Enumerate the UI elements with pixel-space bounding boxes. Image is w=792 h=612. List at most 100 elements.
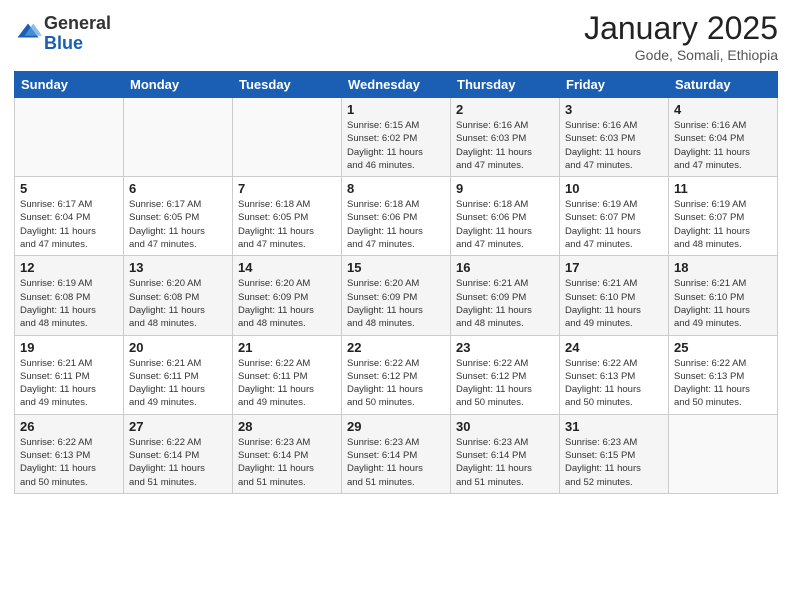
page: General Blue January 2025 Gode, Somali, … (0, 0, 792, 612)
day-info: Sunrise: 6:20 AMSunset: 6:09 PMDaylight:… (347, 277, 445, 330)
table-row: 6 Sunrise: 6:17 AMSunset: 6:05 PMDaylight… (124, 177, 233, 256)
day-info: Sunrise: 6:19 AMSunset: 6:07 PMDaylight:… (674, 198, 772, 251)
day-number: 2 (456, 102, 554, 117)
table-row: 17 Sunrise: 6:21 AMSunset: 6:10 PMDayligh… (560, 256, 669, 335)
table-row: 8 Sunrise: 6:18 AMSunset: 6:06 PMDaylight… (342, 177, 451, 256)
day-info: Sunrise: 6:17 AMSunset: 6:05 PMDaylight:… (129, 198, 227, 251)
day-number: 18 (674, 260, 772, 275)
day-number: 14 (238, 260, 336, 275)
month-title: January 2025 (584, 10, 778, 47)
day-number: 13 (129, 260, 227, 275)
table-row: 13 Sunrise: 6:20 AMSunset: 6:08 PMDayligh… (124, 256, 233, 335)
day-info: Sunrise: 6:22 AMSunset: 6:11 PMDaylight:… (238, 357, 336, 410)
day-number: 23 (456, 340, 554, 355)
col-friday: Friday (560, 72, 669, 98)
table-row: 19 Sunrise: 6:21 AMSunset: 6:11 PMDayligh… (15, 335, 124, 414)
day-number: 8 (347, 181, 445, 196)
day-number: 5 (20, 181, 118, 196)
table-row: 12Sunrise: 6:19 AMSunset: 6:08 PMDayligh… (15, 256, 124, 335)
table-row: 26Sunrise: 6:22 AMSunset: 6:13 PMDayligh… (15, 414, 124, 493)
day-info: Sunrise: 6:23 AMSunset: 6:14 PMDaylight:… (456, 436, 554, 489)
day-info: Sunrise: 6:18 AMSunset: 6:06 PMDaylight:… (456, 198, 554, 251)
day-info: Sunrise: 6:20 AMSunset: 6:09 PMDaylight:… (238, 277, 336, 330)
table-row (669, 414, 778, 493)
day-info: Sunrise: 6:20 AMSunset: 6:08 PMDaylight:… (129, 277, 227, 330)
day-info: Sunrise: 6:23 AMSunset: 6:15 PMDaylight:… (565, 436, 663, 489)
title-block: January 2025 Gode, Somali, Ethiopia (584, 10, 778, 63)
calendar-week-row: 12Sunrise: 6:19 AMSunset: 6:08 PMDayligh… (15, 256, 778, 335)
day-info: Sunrise: 6:16 AMSunset: 6:03 PMDaylight:… (565, 119, 663, 172)
day-info: Sunrise: 6:18 AMSunset: 6:06 PMDaylight:… (347, 198, 445, 251)
day-number: 9 (456, 181, 554, 196)
day-number: 24 (565, 340, 663, 355)
calendar-header-row: Sunday Monday Tuesday Wednesday Thursday… (15, 72, 778, 98)
table-row: 22 Sunrise: 6:22 AMSunset: 6:12 PMDayligh… (342, 335, 451, 414)
day-number: 1 (347, 102, 445, 117)
calendar-week-row: 5 Sunrise: 6:17 AMSunset: 6:04 PMDaylight… (15, 177, 778, 256)
table-row: 30 Sunrise: 6:23 AMSunset: 6:14 PMDayligh… (451, 414, 560, 493)
subtitle: Gode, Somali, Ethiopia (584, 47, 778, 63)
calendar-week-row: 19 Sunrise: 6:21 AMSunset: 6:11 PMDayligh… (15, 335, 778, 414)
header: General Blue January 2025 Gode, Somali, … (14, 10, 778, 63)
day-number: 15 (347, 260, 445, 275)
table-row (124, 98, 233, 177)
col-thursday: Thursday (451, 72, 560, 98)
logo-general: General (44, 14, 111, 34)
day-info: Sunrise: 6:21 AMSunset: 6:10 PMDaylight:… (674, 277, 772, 330)
table-row: 11 Sunrise: 6:19 AMSunset: 6:07 PMDayligh… (669, 177, 778, 256)
calendar-week-row: 1Sunrise: 6:15 AMSunset: 6:02 PMDaylight… (15, 98, 778, 177)
day-info: Sunrise: 6:16 AMSunset: 6:04 PMDaylight:… (674, 119, 772, 172)
day-info: Sunrise: 6:21 AMSunset: 6:10 PMDaylight:… (565, 277, 663, 330)
logo-blue: Blue (44, 34, 111, 54)
day-info: Sunrise: 6:22 AMSunset: 6:12 PMDaylight:… (347, 357, 445, 410)
col-monday: Monday (124, 72, 233, 98)
table-row: 1Sunrise: 6:15 AMSunset: 6:02 PMDaylight… (342, 98, 451, 177)
day-number: 29 (347, 419, 445, 434)
day-info: Sunrise: 6:23 AMSunset: 6:14 PMDaylight:… (347, 436, 445, 489)
col-tuesday: Tuesday (233, 72, 342, 98)
logo-text: General Blue (44, 14, 111, 54)
day-number: 3 (565, 102, 663, 117)
table-row: 14 Sunrise: 6:20 AMSunset: 6:09 PMDayligh… (233, 256, 342, 335)
table-row: 25 Sunrise: 6:22 AMSunset: 6:13 PMDayligh… (669, 335, 778, 414)
table-row: 2 Sunrise: 6:16 AMSunset: 6:03 PMDaylight… (451, 98, 560, 177)
day-number: 7 (238, 181, 336, 196)
day-info: Sunrise: 6:18 AMSunset: 6:05 PMDaylight:… (238, 198, 336, 251)
day-number: 30 (456, 419, 554, 434)
calendar-table: Sunday Monday Tuesday Wednesday Thursday… (14, 71, 778, 494)
day-number: 25 (674, 340, 772, 355)
day-info: Sunrise: 6:22 AMSunset: 6:13 PMDaylight:… (674, 357, 772, 410)
day-info: Sunrise: 6:23 AMSunset: 6:14 PMDaylight:… (238, 436, 336, 489)
day-info: Sunrise: 6:21 AMSunset: 6:11 PMDaylight:… (20, 357, 118, 410)
day-info: Sunrise: 6:21 AMSunset: 6:09 PMDaylight:… (456, 277, 554, 330)
table-row: 3 Sunrise: 6:16 AMSunset: 6:03 PMDaylight… (560, 98, 669, 177)
table-row: 9 Sunrise: 6:18 AMSunset: 6:06 PMDaylight… (451, 177, 560, 256)
table-row: 10Sunrise: 6:19 AMSunset: 6:07 PMDayligh… (560, 177, 669, 256)
table-row: 4Sunrise: 6:16 AMSunset: 6:04 PMDaylight… (669, 98, 778, 177)
table-row: 18 Sunrise: 6:21 AMSunset: 6:10 PMDayligh… (669, 256, 778, 335)
day-info: Sunrise: 6:22 AMSunset: 6:13 PMDaylight:… (20, 436, 118, 489)
day-number: 11 (674, 181, 772, 196)
table-row: 23Sunrise: 6:22 AMSunset: 6:12 PMDayligh… (451, 335, 560, 414)
table-row: 15 Sunrise: 6:20 AMSunset: 6:09 PMDayligh… (342, 256, 451, 335)
day-info: Sunrise: 6:17 AMSunset: 6:04 PMDaylight:… (20, 198, 118, 251)
table-row: 27Sunrise: 6:22 AMSunset: 6:14 PMDayligh… (124, 414, 233, 493)
table-row: 24Sunrise: 6:22 AMSunset: 6:13 PMDayligh… (560, 335, 669, 414)
day-info: Sunrise: 6:22 AMSunset: 6:14 PMDaylight:… (129, 436, 227, 489)
day-info: Sunrise: 6:21 AMSunset: 6:11 PMDaylight:… (129, 357, 227, 410)
calendar-week-row: 26Sunrise: 6:22 AMSunset: 6:13 PMDayligh… (15, 414, 778, 493)
table-row (233, 98, 342, 177)
day-number: 6 (129, 181, 227, 196)
table-row: 29 Sunrise: 6:23 AMSunset: 6:14 PMDayligh… (342, 414, 451, 493)
day-number: 17 (565, 260, 663, 275)
table-row: 28 Sunrise: 6:23 AMSunset: 6:14 PMDayligh… (233, 414, 342, 493)
day-info: Sunrise: 6:16 AMSunset: 6:03 PMDaylight:… (456, 119, 554, 172)
day-info: Sunrise: 6:19 AMSunset: 6:08 PMDaylight:… (20, 277, 118, 330)
day-number: 16 (456, 260, 554, 275)
table-row: 20 Sunrise: 6:21 AMSunset: 6:11 PMDayligh… (124, 335, 233, 414)
day-number: 19 (20, 340, 118, 355)
logo-icon (14, 20, 42, 48)
day-number: 22 (347, 340, 445, 355)
day-number: 28 (238, 419, 336, 434)
day-number: 20 (129, 340, 227, 355)
